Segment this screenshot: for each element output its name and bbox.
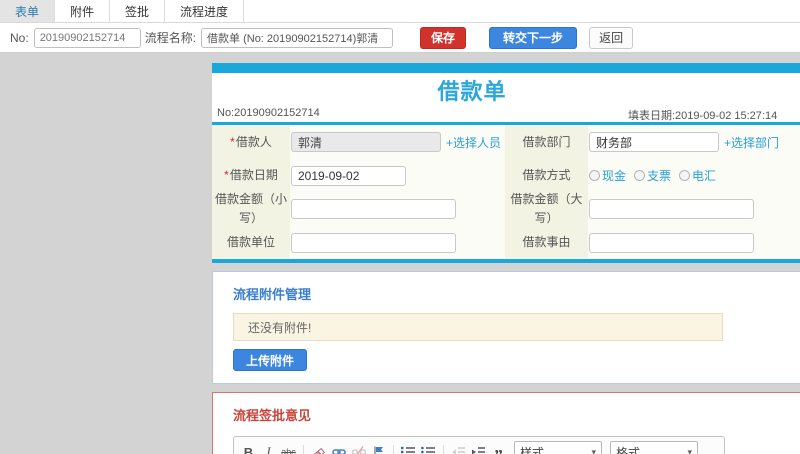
loan-method-label: 借款方式 xyxy=(505,159,588,192)
tab-approvals[interactable]: 签批 xyxy=(110,0,165,22)
form-date-text: 填表日期:2019-09-02 15:27:14 xyxy=(628,107,777,123)
attachments-panel: 流程附件管理 还没有附件! 上传附件 xyxy=(212,271,800,384)
tab-attachments[interactable]: 附件 xyxy=(55,0,110,22)
approval-panel: 流程签批意见 B I abc xyxy=(212,392,800,454)
process-name-label: 流程名称: xyxy=(145,29,196,46)
amount-uppercase-input[interactable] xyxy=(589,199,754,219)
amount-lowercase-cell xyxy=(290,192,505,226)
blockquote-icon[interactable]: ” xyxy=(491,440,506,454)
editor-toolbar: B I abc xyxy=(234,437,724,454)
required-mark: * xyxy=(230,135,235,149)
italic-icon[interactable]: I xyxy=(261,443,276,454)
form-bottom-bar xyxy=(212,259,800,263)
style-select[interactable]: 样式 ▾ xyxy=(514,441,602,454)
tab-form[interactable]: 表单 xyxy=(0,0,55,22)
tab-progress[interactable]: 流程进度 xyxy=(165,0,244,22)
loan-unit-cell xyxy=(290,226,505,259)
loan-date-cell xyxy=(290,159,505,192)
borrower-label: *借款人 xyxy=(212,125,290,159)
loan-method-radio-group: 现金 支票 电汇 xyxy=(589,167,716,184)
amount-lowercase-label: 借款金额（小写） xyxy=(212,192,290,226)
borrower-cell: +选择人员 xyxy=(290,125,505,159)
select-person-link[interactable]: +选择人员 xyxy=(446,134,501,151)
loan-form-panel: 借款单 No:20190902152714 填表日期:2019-09-02 15… xyxy=(212,63,800,263)
approval-heading: 流程签批意见 xyxy=(233,405,800,424)
loan-method-cell: 现金 支票 电汇 xyxy=(588,159,800,192)
remove-format-icon[interactable] xyxy=(311,443,326,454)
amount-uppercase-label: 借款金额（大写） xyxy=(505,192,588,226)
rich-text-editor: B I abc xyxy=(233,436,725,454)
borrower-input[interactable] xyxy=(291,132,441,152)
radio-icon xyxy=(634,170,645,181)
no-label: No: xyxy=(10,31,29,45)
loan-reason-cell xyxy=(588,226,800,259)
select-department-link[interactable]: +选择部门 xyxy=(724,134,779,151)
no-input[interactable] xyxy=(34,28,141,48)
department-label: 借款部门 xyxy=(505,125,588,159)
amount-lowercase-input[interactable] xyxy=(291,199,456,219)
link-icon[interactable] xyxy=(331,443,346,454)
next-step-button[interactable]: 转交下一步 xyxy=(489,27,577,49)
form-meta-row: No:20190902152714 填表日期:2019-09-02 15:27:… xyxy=(212,106,800,122)
process-name-input[interactable] xyxy=(201,28,393,48)
required-mark: * xyxy=(224,168,229,182)
radio-cash[interactable]: 现金 xyxy=(589,167,626,184)
unordered-list-icon[interactable] xyxy=(421,443,436,454)
loan-reason-label: 借款事由 xyxy=(505,226,588,259)
amount-uppercase-cell xyxy=(588,192,800,226)
page-background: 借款单 No:20190902152714 填表日期:2019-09-02 15… xyxy=(0,53,800,454)
toolbar: No: 流程名称: 保存 转交下一步 返回 xyxy=(0,23,800,53)
radio-icon xyxy=(679,170,690,181)
radio-icon xyxy=(589,170,600,181)
ordered-list-icon[interactable] xyxy=(401,443,416,454)
save-button[interactable]: 保存 xyxy=(420,27,466,49)
bold-icon[interactable]: B xyxy=(241,443,256,454)
department-input[interactable] xyxy=(589,132,719,152)
indent-icon[interactable] xyxy=(471,443,486,454)
anchor-flag-icon[interactable] xyxy=(371,443,386,454)
outdent-icon[interactable] xyxy=(451,443,466,454)
loan-reason-input[interactable] xyxy=(589,233,754,253)
no-attachments-message: 还没有附件! xyxy=(233,313,723,341)
strikethrough-icon[interactable]: abc xyxy=(281,443,296,454)
form-top-bar xyxy=(212,63,800,73)
loan-date-input[interactable] xyxy=(291,166,406,186)
loan-unit-label: 借款单位 xyxy=(212,226,290,259)
department-cell: +选择部门 xyxy=(588,125,800,159)
loan-form-grid: *借款人 +选择人员 借款部门 +选择部门 *借款日期 xyxy=(212,125,800,259)
attachments-heading: 流程附件管理 xyxy=(233,284,800,303)
upload-attachment-button[interactable]: 上传附件 xyxy=(233,349,307,371)
unlink-icon[interactable] xyxy=(351,443,366,454)
back-button[interactable]: 返回 xyxy=(589,27,633,49)
radio-wire-transfer[interactable]: 电汇 xyxy=(679,167,716,184)
radio-cheque[interactable]: 支票 xyxy=(634,167,671,184)
loan-unit-input[interactable] xyxy=(291,233,456,253)
loan-date-label: *借款日期 xyxy=(212,159,290,192)
tab-bar: 表单 附件 签批 流程进度 xyxy=(0,0,800,23)
form-no-text: No:20190902152714 xyxy=(217,107,320,119)
format-select[interactable]: 格式 ▾ xyxy=(610,441,698,454)
form-title: 借款单 xyxy=(212,73,732,106)
